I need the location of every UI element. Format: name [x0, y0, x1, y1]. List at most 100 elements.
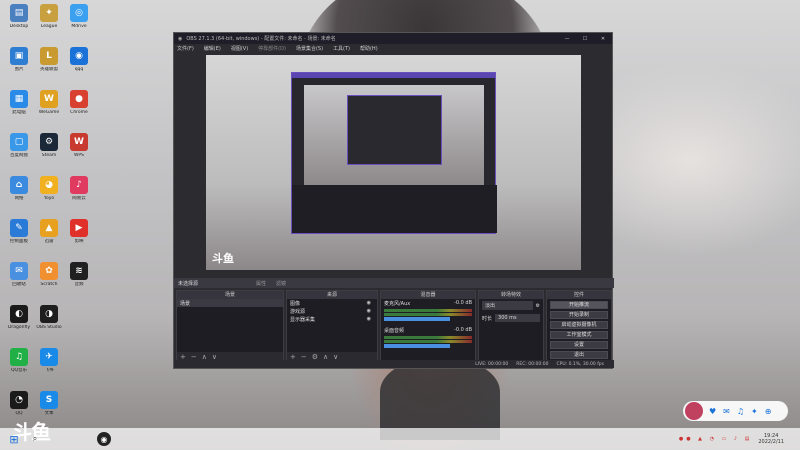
menu-file[interactable]: 文件(F): [177, 45, 194, 52]
clock[interactable]: 19:24 2022/2/11: [758, 433, 784, 445]
widget-icon[interactable]: ⊕: [765, 407, 772, 416]
desktop-icon[interactable]: ♪ 网易云: [60, 176, 98, 210]
desktop-icon[interactable]: ◎ Mdrive: [60, 4, 98, 38]
audio-meter: [384, 309, 472, 312]
source-item[interactable]: 显示器采集 ◉: [287, 315, 377, 323]
app-icon: ◕: [40, 176, 58, 194]
start-virtual-camera-button[interactable]: 启动虚拟摄像机: [550, 321, 608, 329]
exit-button[interactable]: 退出: [550, 351, 608, 359]
desktop-icon-label: 剪映: [74, 239, 84, 244]
app-icon: S: [40, 391, 58, 409]
tray-icons[interactable]: ●● ▲ ◔ ▭ ♪ ▤: [679, 436, 753, 442]
channel-name: 桌面音频: [384, 328, 405, 334]
widget-icon[interactable]: ✉: [723, 407, 730, 416]
desktop-icon-label: Yoyo: [43, 196, 55, 201]
app-icon: ✎: [10, 219, 28, 237]
obs-logo-icon: ◉: [178, 35, 183, 42]
app-icon: ✿: [40, 262, 58, 280]
desktop-icon-label: Dragonfly: [7, 325, 31, 330]
tab-no-source[interactable]: 未选择源: [178, 280, 198, 287]
preview-nested-obs: [291, 72, 497, 234]
taskbar: ⊞ ⌕ ◉ ●● ▲ ◔ ▭ ♪ ▤ 19:24 2022/2/11: [0, 428, 800, 450]
menu-help[interactable]: 帮助(H): [360, 45, 378, 52]
mixer-title: 混音器: [381, 291, 475, 299]
app-icon: ✉: [10, 262, 28, 280]
source-label: 显示器采集: [290, 316, 316, 323]
tab-properties[interactable]: 属性: [256, 280, 266, 287]
menu-view[interactable]: 视图(V): [231, 45, 248, 52]
app-icon: ▦: [10, 90, 28, 108]
source-item[interactable]: 图像 ◉: [287, 299, 377, 307]
tab-filters[interactable]: 滤镜: [276, 280, 286, 287]
close-button[interactable]: ✕: [594, 36, 612, 42]
widget-icon[interactable]: ♫: [737, 407, 744, 416]
eye-icon[interactable]: ◉: [367, 308, 371, 314]
desktop-icon-label: 控制面板: [10, 239, 28, 244]
app-icon: ◔: [10, 391, 28, 409]
settings-button[interactable]: 设置: [550, 341, 608, 349]
scene-item[interactable]: 场景: [177, 299, 283, 307]
obs-taskbar-icon[interactable]: ◉: [97, 432, 111, 446]
source-item[interactable]: 游戏源 ◉: [287, 307, 377, 315]
obs-window[interactable]: ◉ OBS 27.1.3 (64-bit, windows) - 配置文件: 未…: [173, 32, 614, 369]
channel-name: 麦克风/Aux: [384, 301, 411, 307]
transition-select[interactable]: 淡出: [482, 301, 533, 310]
scenes-dock: 场景 场景 + − ∧ ∨: [176, 290, 284, 362]
widget-icon[interactable]: ♥: [709, 407, 716, 416]
volume-slider[interactable]: [384, 344, 450, 348]
widget-icon[interactable]: ✦: [751, 407, 758, 416]
app-icon: ▶: [70, 219, 88, 237]
desktop-icon[interactable]: W WPS: [60, 133, 98, 167]
desktop-icon-label: 英雄联盟: [40, 67, 58, 72]
app-icon: ◎: [70, 4, 88, 22]
audio-meter: [384, 340, 472, 343]
app-icon: W: [40, 90, 58, 108]
obs-menubar: 文件(F) 编辑(E) 视图(V) 停靠部件(D) 场景集合(S) 工具(T) …: [174, 44, 612, 53]
menu-docks[interactable]: 停靠部件(D): [258, 45, 286, 52]
obs-titlebar[interactable]: ◉ OBS 27.1.3 (64-bit, windows) - 配置文件: 未…: [174, 33, 612, 44]
app-icon: ▣: [10, 47, 28, 65]
clock-date: 2022/2/11: [758, 439, 784, 445]
app-icon: ♫: [10, 348, 28, 366]
channel-db: -0.0 dB: [454, 300, 472, 306]
desktop-icon[interactable]: ◑ OBS Studio: [30, 305, 68, 339]
maximize-button[interactable]: ☐: [576, 36, 594, 42]
menu-tools[interactable]: 工具(T): [333, 45, 350, 52]
desktop-icon-label: 网易云: [72, 196, 86, 201]
duration-input[interactable]: 300 ms: [495, 314, 540, 322]
desktop-icon-label: 音频: [74, 282, 84, 287]
volume-slider[interactable]: [384, 317, 450, 321]
app-icon: ◉: [70, 47, 88, 65]
source-label: 图像: [290, 300, 301, 307]
start-streaming-button[interactable]: 开始推流: [550, 301, 608, 309]
desktop-icon[interactable]: ✈ 飞书: [30, 348, 68, 382]
eye-icon[interactable]: ◉: [367, 316, 371, 322]
desktop-icon[interactable]: ≋ 音频: [60, 262, 98, 296]
obs-preview[interactable]: 斗鱼: [206, 55, 581, 270]
start-recording-button[interactable]: 开始录制: [550, 311, 608, 319]
app-icon: ✈: [40, 348, 58, 366]
studio-mode-button[interactable]: 工作室模式: [550, 331, 608, 339]
transition-settings-icon[interactable]: ⚙: [536, 303, 540, 309]
streamer-widget[interactable]: ♥ ✉ ♫ ✦ ⊕: [683, 401, 788, 421]
desktop-icon-label: Steam: [41, 153, 57, 158]
app-icon: W: [70, 133, 88, 151]
cpu-status: CPU: 0.1%, 30.00 fps: [556, 361, 605, 367]
mixer-dock: 混音器 麦克风/Aux -0.0 dB 桌面音频 -0.0 dB: [380, 290, 476, 362]
minimize-button[interactable]: —: [558, 36, 576, 42]
search-icon[interactable]: ⌕: [28, 432, 42, 446]
app-icon: ▢: [10, 133, 28, 151]
desktop-icon-label: 飞书: [44, 368, 54, 373]
channel-db: -0.0 dB: [454, 327, 472, 333]
obs-statusbar: LIVE: 00:00:00 REC: 00:00:00 CPU: 0.1%, …: [174, 360, 614, 368]
mixer-channel: 麦克风/Aux -0.0 dB: [381, 299, 475, 321]
desktop-icon[interactable]: ▶ 剪映: [60, 219, 98, 253]
eye-icon[interactable]: ◉: [367, 300, 371, 306]
desktop-icon[interactable]: ● Chrome: [60, 90, 98, 124]
menu-scene-collection[interactable]: 场景集合(S): [296, 45, 323, 52]
duration-label: 时长: [482, 315, 493, 322]
menu-edit[interactable]: 编辑(E): [204, 45, 221, 52]
start-button[interactable]: ⊞: [7, 432, 21, 446]
transitions-title: 转场特效: [479, 291, 543, 299]
desktop-icon[interactable]: ◉ qqq: [60, 47, 98, 81]
